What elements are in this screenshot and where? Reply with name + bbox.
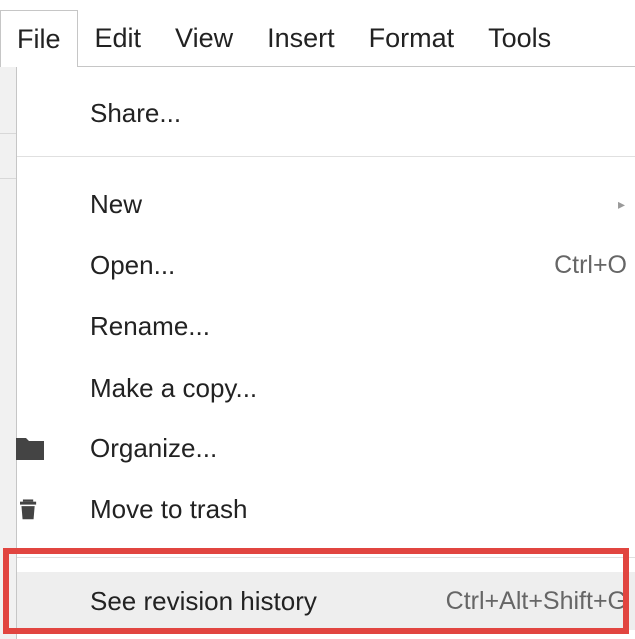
menu-item-share[interactable]: Share... [17,83,635,143]
menu-item-label: Move to trash [90,494,248,524]
shortcut-label: Ctrl+O [554,251,627,279]
file-menu-dropdown: Share... New ▸ Open... Ctrl+O Rename... … [16,66,635,639]
menu-file[interactable]: File [0,10,78,67]
shortcut-label: Ctrl+Alt+Shift+G [445,587,627,615]
menu-item-open[interactable]: Open... Ctrl+O [17,235,635,295]
menu-item-make-copy[interactable]: Make a copy... [17,358,635,418]
menu-insert[interactable]: Insert [250,10,352,66]
menu-tools[interactable]: Tools [471,10,568,66]
menu-item-label: Share... [90,98,182,128]
menu-item-move-to-trash[interactable]: Move to trash [1,479,635,539]
menu-item-label: New [90,189,143,219]
menu-separator [17,156,635,157]
menu-separator [17,557,635,558]
menu-item-label: Make a copy... [90,373,258,403]
title-bar-remnant [0,0,635,10]
menu-format[interactable]: Format [352,10,472,66]
menu-item-label: Open... [90,250,176,280]
menu-item-label: Organize... [90,433,218,463]
menu-item-see-revision-history[interactable]: See revision history Ctrl+Alt+Shift+G [17,572,635,630]
menu-item-label: Rename... [90,311,210,341]
trash-icon [20,499,37,520]
folder-icon [16,438,44,460]
submenu-arrow-icon: ▸ [617,196,625,212]
menu-bar: File Edit View Insert Format Tools [0,10,635,67]
menu-item-rename[interactable]: Rename... [17,296,635,356]
menu-edit[interactable]: Edit [78,10,159,66]
menu-view[interactable]: View [158,10,250,66]
menu-item-organize[interactable]: Organize... [1,418,635,478]
menu-item-label: See revision history [90,586,317,616]
menu-item-new[interactable]: New ▸ [17,174,635,234]
